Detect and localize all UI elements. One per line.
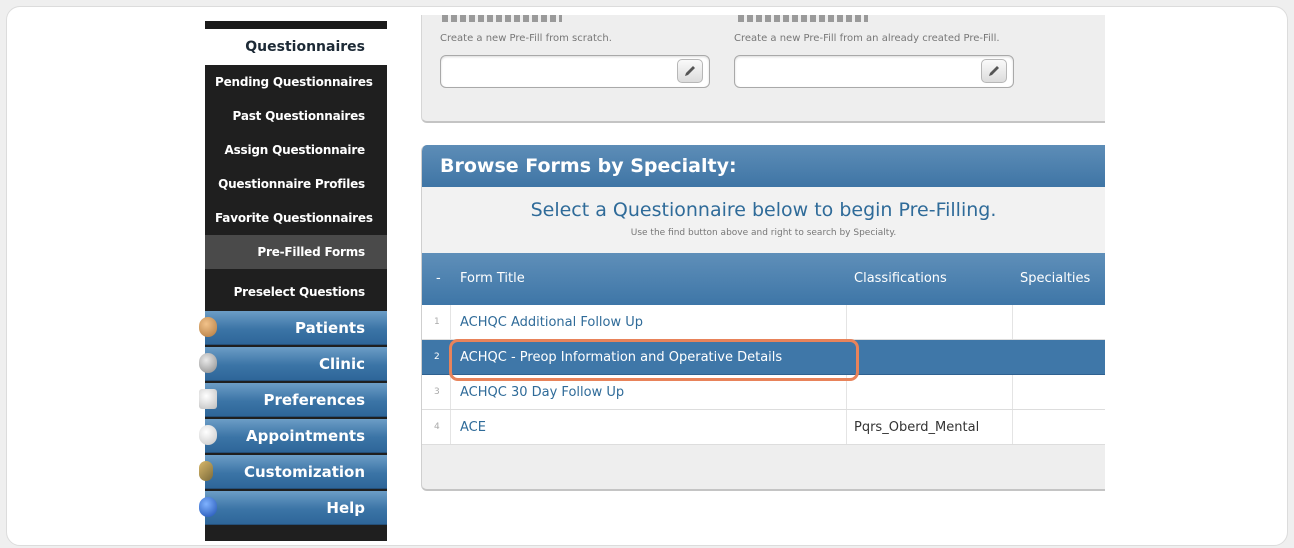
row-number: 2 bbox=[434, 352, 440, 362]
from-another-heading-cropped bbox=[738, 15, 868, 22]
sidebar-item-questionnaire-profiles[interactable]: Questionnaire Profiles bbox=[205, 167, 387, 201]
row-form-title[interactable]: ACE bbox=[460, 420, 486, 435]
table-row[interactable]: 4 ACE Pqrs_Oberd_Mental bbox=[422, 410, 1105, 445]
sidebar-main-customization[interactable]: Customization bbox=[199, 455, 387, 489]
browse-title: Browse Forms by Specialty: bbox=[422, 145, 1105, 187]
sidebar-main-clinic[interactable]: Clinic bbox=[199, 347, 387, 381]
row-form-title[interactable]: ACHQC Additional Follow Up bbox=[460, 315, 643, 330]
browse-forms-section: Browse Forms by Specialty: Select a Ques… bbox=[421, 145, 1105, 491]
sidebar-main-label: Preferences bbox=[263, 390, 365, 409]
sidebar-main-label: Appointments bbox=[246, 426, 365, 445]
sidebar-main-label: Help bbox=[326, 498, 365, 517]
table-row-selected[interactable]: 2 ACHQC - Preop Information and Operativ… bbox=[422, 340, 1105, 375]
sidebar-top-strip bbox=[205, 21, 387, 29]
clinic-icon bbox=[199, 353, 217, 373]
col-classifications[interactable]: Classifications bbox=[854, 271, 947, 286]
row-form-title[interactable]: ACHQC - Preop Information and Operative … bbox=[460, 350, 782, 365]
col-specialties[interactable]: Specialties bbox=[1020, 271, 1090, 286]
sidebar-main-help[interactable]: Help bbox=[199, 491, 387, 525]
from-scratch-heading-cropped bbox=[442, 15, 562, 22]
sidebar: Questionnaires Pending Questionnaires Pa… bbox=[199, 21, 387, 541]
col-index[interactable]: - bbox=[436, 271, 441, 286]
window-frame: Questionnaires Pending Questionnaires Pa… bbox=[6, 6, 1288, 546]
sidebar-item-pre-filled-forms[interactable]: Pre-Filled Forms bbox=[205, 235, 387, 269]
existing-hint: Create a new Pre-Fill from an already cr… bbox=[734, 33, 1000, 44]
prefill-create-panel: Create a new Pre-Fill from scratch. Crea… bbox=[421, 15, 1105, 123]
sidebar-header-questionnaires[interactable]: Questionnaires bbox=[205, 29, 387, 65]
sidebar-main-patients[interactable]: Patients bbox=[199, 311, 387, 345]
row-number: 1 bbox=[434, 317, 440, 327]
table-row[interactable]: 1 ACHQC Additional Follow Up bbox=[422, 305, 1105, 340]
row-number: 3 bbox=[434, 387, 440, 397]
appointments-icon bbox=[199, 425, 217, 445]
preferences-icon bbox=[199, 389, 217, 409]
column-divider bbox=[450, 305, 451, 339]
edit-pencil-button[interactable] bbox=[677, 59, 703, 83]
sidebar-item-pending-questionnaires[interactable]: Pending Questionnaires bbox=[205, 65, 387, 99]
row-classification: Pqrs_Oberd_Mental bbox=[854, 420, 980, 435]
col-form-title[interactable]: Form Title bbox=[460, 271, 525, 286]
sidebar-item-favorite-questionnaires[interactable]: Favorite Questionnaires bbox=[205, 201, 387, 235]
sidebar-item-assign-questionnaire[interactable]: Assign Questionnaire bbox=[205, 133, 387, 167]
sidebar-main-appointments[interactable]: Appointments bbox=[199, 419, 387, 453]
column-divider bbox=[1012, 410, 1013, 444]
edit-pencil-button[interactable] bbox=[981, 59, 1007, 83]
sidebar-main-label: Clinic bbox=[318, 354, 365, 373]
sidebar-main-label: Patients bbox=[295, 318, 365, 337]
scratch-hint: Create a new Pre-Fill from scratch. bbox=[440, 33, 612, 44]
browse-subline: Use the find button above and right to s… bbox=[630, 228, 897, 238]
row-number: 4 bbox=[434, 422, 440, 432]
table-row[interactable]: 3 ACHQC 30 Day Follow Up bbox=[422, 375, 1105, 410]
browse-headline: Select a Questionnaire below to begin Pr… bbox=[530, 199, 997, 221]
column-divider bbox=[1012, 375, 1013, 409]
patients-icon bbox=[199, 317, 217, 337]
browse-instructions: Select a Questionnaire below to begin Pr… bbox=[422, 187, 1105, 253]
column-divider bbox=[450, 410, 451, 444]
column-divider bbox=[846, 375, 847, 409]
help-icon bbox=[199, 497, 217, 517]
sidebar-item-past-questionnaires[interactable]: Past Questionnaires bbox=[205, 99, 387, 133]
row-form-title[interactable]: ACHQC 30 Day Follow Up bbox=[460, 385, 624, 400]
column-divider bbox=[450, 375, 451, 409]
pencil-icon bbox=[989, 66, 999, 76]
scratch-name-input[interactable] bbox=[440, 55, 710, 88]
table-header: - Form Title Classifications Specialties bbox=[422, 253, 1105, 305]
sidebar-main-preferences[interactable]: Preferences bbox=[199, 383, 387, 417]
column-divider bbox=[1012, 305, 1013, 339]
existing-prefill-input[interactable] bbox=[734, 55, 1014, 88]
sidebar-item-preselect-questions[interactable]: Preselect Questions bbox=[205, 269, 387, 309]
customization-icon bbox=[199, 461, 213, 481]
column-divider bbox=[846, 410, 847, 444]
column-divider bbox=[846, 305, 847, 339]
sidebar-main-label: Customization bbox=[243, 462, 365, 481]
pencil-icon bbox=[685, 66, 695, 76]
